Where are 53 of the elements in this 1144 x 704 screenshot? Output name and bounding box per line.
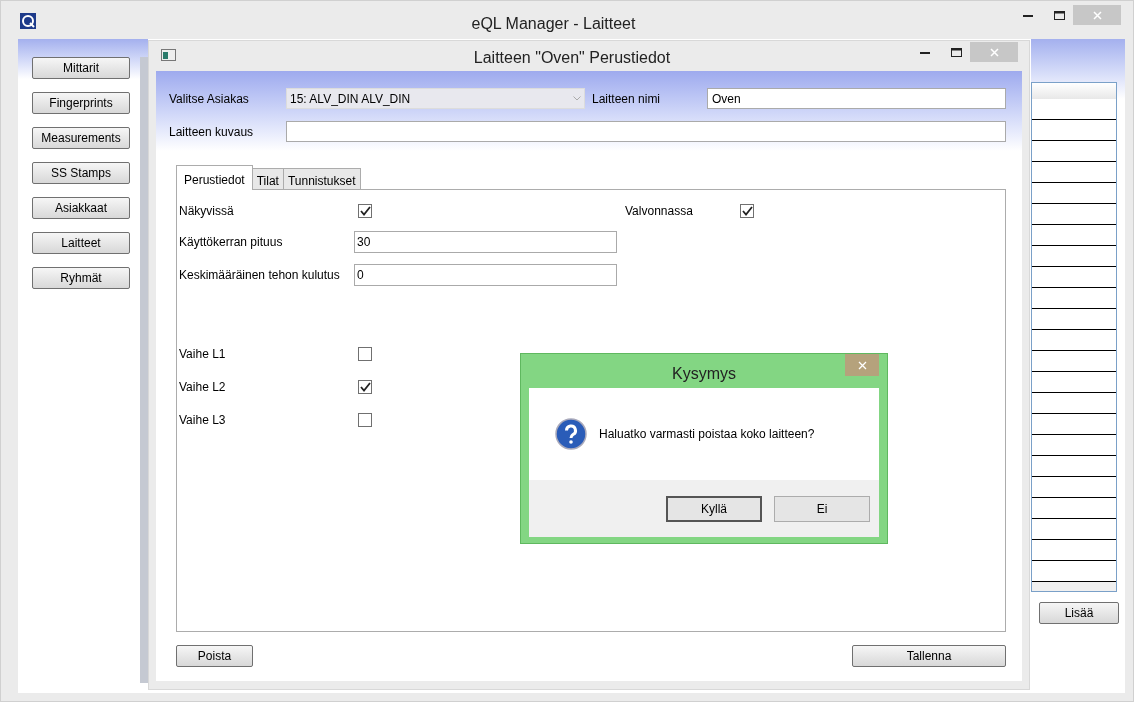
- close-icon: [857, 360, 867, 370]
- field-label: Laitteen kuvaus: [169, 123, 255, 141]
- nav-button[interactable]: Ryhmät: [32, 267, 130, 289]
- nav-button[interactable]: Mittarit: [32, 57, 130, 79]
- delete-button[interactable]: Poista: [176, 645, 253, 667]
- field-label: Keskimääräinen tehon kulutus: [179, 267, 341, 284]
- check-icon: [359, 206, 371, 216]
- checkbox-label: Vaihe L2: [179, 379, 227, 396]
- nav-button[interactable]: Asiakkaat: [32, 197, 130, 219]
- dialog-title: Kysymys: [671, 364, 737, 384]
- dialog-message: Haluatko varmasti poistaa koko laitteen?: [599, 426, 815, 443]
- checkbox[interactable]: [358, 413, 372, 427]
- nav-button[interactable]: Measurements: [32, 127, 130, 149]
- description-field[interactable]: [286, 121, 1006, 142]
- checkbox[interactable]: [358, 347, 372, 361]
- check-icon: [741, 206, 753, 216]
- app-logo-icon: [20, 13, 36, 29]
- checkbox-label: Vaihe L1: [179, 346, 227, 363]
- tab[interactable]: Tilat: [251, 168, 284, 189]
- name-field[interactable]: Oven: [707, 88, 1006, 109]
- close-icon: [1092, 10, 1102, 20]
- text-field[interactable]: 0: [354, 264, 617, 286]
- checkbox[interactable]: [740, 204, 754, 218]
- maximize-icon: [1053, 10, 1065, 20]
- window-title: Laitteen "Oven" Perustiedot: [472, 48, 672, 68]
- window-title: eQL Manager - Laitteet: [470, 14, 637, 34]
- save-button[interactable]: Tallenna: [852, 645, 1006, 667]
- text-field[interactable]: 30: [354, 231, 617, 253]
- tab[interactable]: Tunnistukset: [282, 168, 361, 189]
- minimize-icon: [920, 50, 930, 54]
- customer-dropdown[interactable]: 15: ALV_DIN ALV_DIN: [286, 88, 585, 109]
- field-label: Laitteen nimi: [592, 90, 662, 108]
- minimize-icon: [1023, 13, 1033, 17]
- checkbox[interactable]: [358, 380, 372, 394]
- dialog-button[interactable]: Kyllä: [666, 495, 762, 522]
- nav-button[interactable]: Fingerprints: [32, 92, 130, 114]
- check-icon: [359, 382, 371, 392]
- nav-button[interactable]: Laitteet: [32, 232, 130, 254]
- window-icon: [161, 49, 176, 61]
- add-button[interactable]: Lisää: [1039, 602, 1119, 624]
- checkbox-label: Vaihe L3: [179, 412, 227, 429]
- checkbox-label: Näkyvissä: [179, 203, 235, 220]
- checkbox[interactable]: [358, 204, 372, 218]
- field-label: Käyttökerran pituus: [179, 234, 284, 251]
- question-icon: [555, 418, 587, 450]
- maximize-icon: [950, 47, 962, 57]
- close-icon: [989, 47, 999, 57]
- nav-button[interactable]: SS Stamps: [32, 162, 130, 184]
- tab[interactable]: Perustiedot: [176, 165, 253, 190]
- dialog-button[interactable]: Ei: [774, 495, 870, 522]
- checkbox-label: Valvonnassa: [625, 203, 694, 220]
- field-label: Valitse Asiakas: [169, 90, 250, 108]
- chevron-down-icon: [573, 96, 581, 101]
